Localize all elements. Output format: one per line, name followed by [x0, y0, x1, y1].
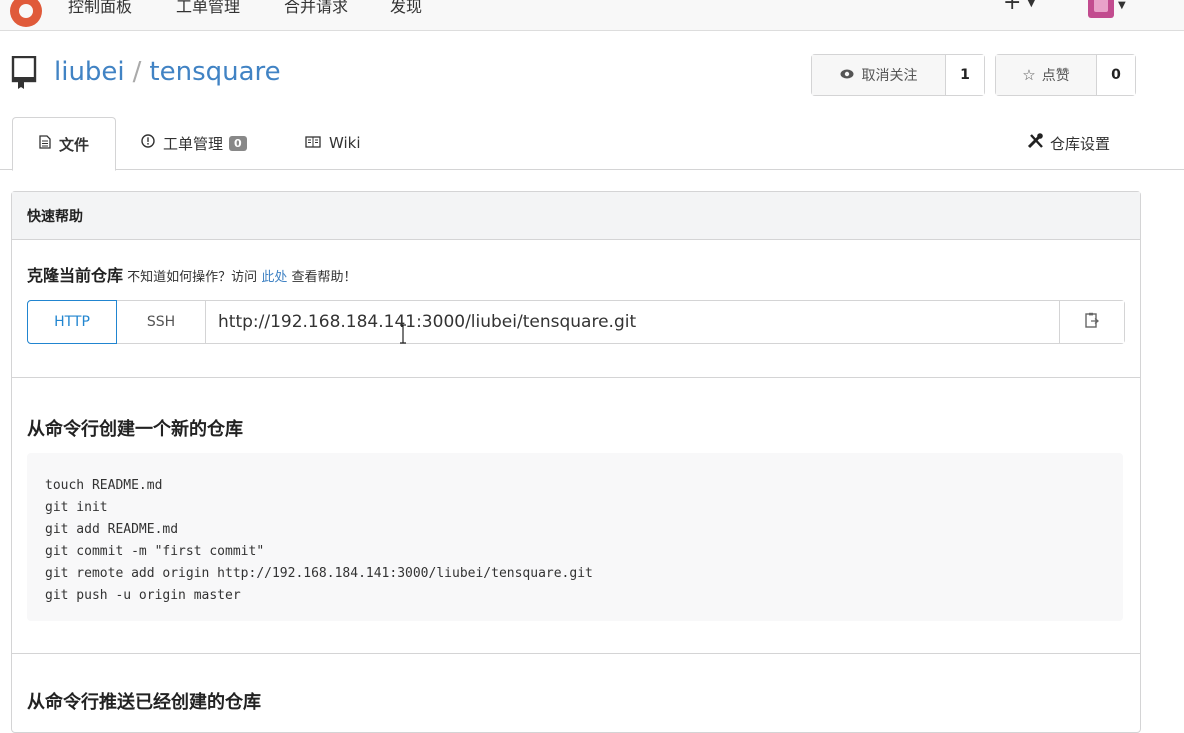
unwatch-button[interactable]: 取消关注 [812, 55, 946, 95]
code-line: git commit -m "first commit" [45, 544, 265, 559]
unwatch-label: 取消关注 [861, 68, 918, 84]
repo-title: liubei / tensquare [54, 57, 281, 87]
repo-tabs: 文件 工单管理 0 Wiki 仓库设置 [0, 117, 1184, 171]
gogs-logo[interactable] [10, 0, 42, 27]
quick-help-panel: 快速帮助 克隆当前仓库 不知道如何操作？访问 此处 查看帮助！ HTTP SSH… [11, 191, 1141, 733]
star-label: 点赞 [1041, 68, 1070, 84]
push-existing-title: 从命令行推送已经创建的仓库 [27, 692, 261, 713]
star-icon: ☆ [1022, 66, 1036, 84]
section-divider [12, 653, 1140, 654]
code-line: git init [45, 500, 108, 515]
repo-owner-link[interactable]: liubei [54, 57, 125, 87]
tab-issues[interactable]: 工单管理 0 [141, 117, 247, 169]
nav-dashboard[interactable]: 控制面板 [68, 0, 132, 17]
copy-url-button[interactable] [1059, 301, 1124, 343]
repo-icon [11, 55, 39, 94]
clone-instructions: 克隆当前仓库 不知道如何操作？访问 此处 查看帮助！ [27, 262, 356, 286]
top-navbar: 控制面板 工单管理 合并请求 发现 + ▼ ▼ [0, 0, 1184, 31]
code-line: touch README.md [45, 478, 163, 493]
clone-hint-prefix: 不知道如何操作？访问 [127, 270, 258, 285]
tab-files-label: 文件 [58, 135, 89, 154]
clone-title: 克隆当前仓库 [27, 266, 124, 285]
new-repo-title: 从命令行创建一个新的仓库 [27, 419, 243, 440]
clipboard-icon [1085, 312, 1100, 332]
help-link[interactable]: 此处 [261, 270, 287, 285]
tab-files[interactable]: 文件 [12, 117, 116, 171]
section-divider [12, 377, 1140, 378]
watch-button-group: 取消关注 1 [811, 54, 985, 96]
code-line: git add README.md [45, 522, 179, 537]
panel-header: 快速帮助 [12, 192, 1140, 240]
plus-icon: + [1003, 0, 1022, 15]
tools-icon [1027, 133, 1045, 153]
watch-count[interactable]: 1 [946, 55, 984, 95]
chevron-down-icon[interactable]: ▼ [1118, 0, 1126, 11]
star-button[interactable]: ☆ 点赞 [996, 55, 1097, 95]
repo-name-link[interactable]: tensquare [149, 57, 280, 87]
user-avatar[interactable] [1088, 0, 1114, 18]
nav-explore[interactable]: 发现 [390, 0, 422, 17]
star-button-group: ☆ 点赞 0 [995, 54, 1136, 96]
tab-wiki-label: Wiki [329, 134, 361, 152]
code-line: git push -u origin master [45, 588, 241, 603]
book-icon [305, 134, 321, 152]
repo-path-separator: / [132, 57, 142, 87]
clone-hint-suffix: 查看帮助！ [291, 270, 357, 285]
tab-settings-label: 仓库设置 [1050, 134, 1111, 153]
create-new-menu[interactable]: + ▼ [1003, 0, 1035, 15]
new-repo-code-block: touch README.md git init git add README.… [27, 453, 1123, 621]
tab-wiki[interactable]: Wiki [305, 117, 361, 169]
eye-icon [840, 67, 854, 83]
nav-pull-requests[interactable]: 合并请求 [284, 0, 348, 17]
nav-issues[interactable]: 工单管理 [176, 0, 240, 17]
chevron-down-icon: ▼ [1027, 0, 1036, 9]
clone-url-input[interactable]: http://192.168.184.141:3000/liubei/tensq… [206, 301, 1059, 343]
code-line: git remote add origin http://192.168.184… [45, 566, 593, 581]
http-protocol-button[interactable]: HTTP [27, 300, 117, 344]
clone-url-box: HTTP SSH http://192.168.184.141:3000/liu… [27, 300, 1125, 344]
issues-count-badge: 0 [229, 135, 247, 151]
star-count[interactable]: 0 [1097, 55, 1135, 95]
tab-issues-label: 工单管理 [163, 134, 224, 153]
text-cursor-icon [398, 324, 408, 348]
file-icon [39, 135, 51, 153]
ssh-protocol-button[interactable]: SSH [117, 301, 206, 343]
issue-opened-icon [141, 134, 155, 152]
tab-settings[interactable]: 仓库设置 [1027, 117, 1110, 169]
